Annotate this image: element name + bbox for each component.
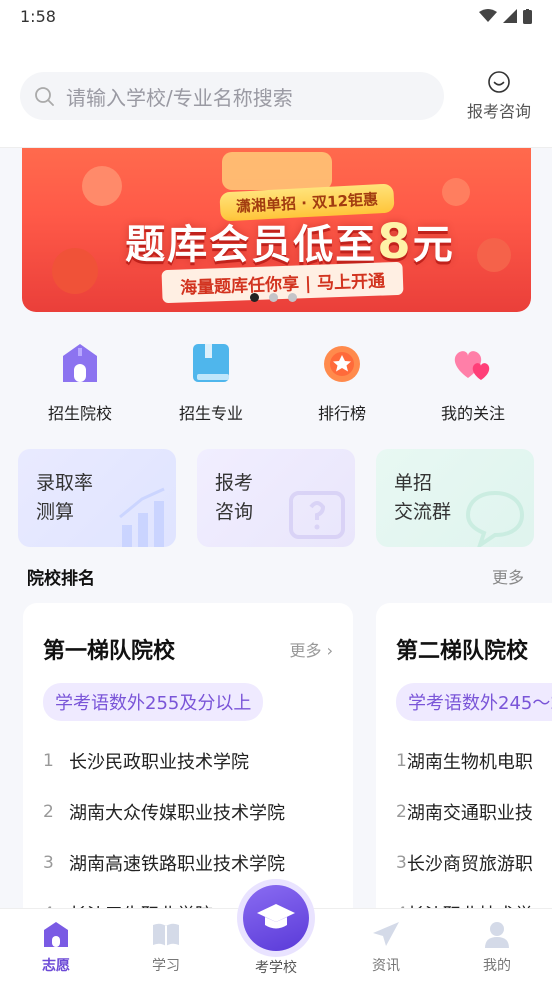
tier-card-header: 第一梯队院校 更多 › (43, 633, 333, 665)
chat-bubble-icon (465, 490, 525, 547)
tab-label: 资讯 (372, 958, 400, 974)
carousel-dot[interactable] (288, 293, 297, 302)
rank-number: 2 (396, 801, 407, 822)
rank-number: 3 (396, 852, 407, 873)
user-icon (485, 922, 509, 948)
list-item[interactable]: 1 湖南生物机电职 (396, 735, 533, 786)
status-icons (479, 8, 532, 24)
card-consult[interactable]: 报考 咨询 (197, 449, 355, 547)
tab-label: 考学校 (255, 960, 297, 976)
school-name: 湖南生物机电职 (406, 751, 533, 773)
school-name: 湖南高速铁路职业技术学院 (69, 853, 285, 875)
list-item[interactable]: 2 湖南交通职业技 (396, 786, 533, 837)
school-name: 长沙民政职业技术学院 (69, 751, 249, 773)
ranking-section-title: 院校排名 (27, 569, 95, 589)
hearts-icon (454, 351, 490, 380)
battery-icon (523, 8, 532, 24)
status-time: 1:58 (20, 6, 56, 26)
banner-title-prefix: 题库会员低至 (125, 222, 378, 268)
status-bar: 1:58 (0, 0, 552, 32)
school-name: 湖南交通职业技 (406, 802, 533, 824)
graduation-cap-icon (257, 904, 295, 929)
tier-title: 第一梯队院校 (43, 639, 176, 664)
tier-school-list: 1湖南生物机电职 2湖南交通职业技 3长沙商贸旅游职 4长沙职业技术学 (396, 735, 533, 933)
tier-card-header: 第二梯队院校 (396, 633, 532, 665)
bar-chart-icon (119, 487, 165, 547)
quick-nav-schools[interactable]: 招生院校 (25, 340, 135, 424)
open-book-icon (153, 923, 179, 946)
tab-label: 学习 (152, 958, 180, 974)
banner-title: 题库会员低至8元 (90, 212, 490, 270)
question-chat-icon (289, 491, 345, 539)
promo-banner[interactable]: 潇湘单招 · 双12钜惠 题库会员低至8元 海量题库任你享 | 马上开通 (22, 148, 531, 312)
search-bar[interactable]: 请输入学校/专业名称搜索 (20, 72, 444, 120)
school-name: 湖南大众传媒职业技术学院 (69, 802, 285, 824)
signal-icon (503, 9, 517, 23)
tier-more-label: 更多 (289, 641, 322, 660)
quick-nav-ranking[interactable]: 排行榜 (287, 340, 397, 424)
tab-label: 志愿 (42, 958, 70, 974)
paper-plane-icon (373, 922, 399, 946)
quick-nav-label: 排行榜 (317, 404, 366, 423)
search-icon (35, 87, 54, 106)
list-item[interactable]: 3 长沙商贸旅游职 (396, 837, 533, 888)
tier-title: 第二梯队院校 (396, 639, 529, 664)
search-input[interactable]: 请输入学校/专业名称搜索 (66, 82, 293, 111)
tier-card-second[interactable]: 第二梯队院校 学考语数外245～2 1 湖南生物机电职 2 湖南交通职业技 3 长沙商… (376, 603, 552, 933)
tab-label: 我的 (483, 958, 511, 974)
carousel-dots (250, 293, 297, 302)
carousel-dot[interactable] (250, 293, 259, 302)
card-group-chat[interactable]: 单招 交流群 (376, 449, 534, 547)
card-admission-estimate[interactable]: 录取率 测算 (18, 449, 176, 547)
tier-score-pill: 学考语数外245～2 (396, 683, 552, 721)
list-item[interactable]: 2 湖南大众传媒职业技术学院 (43, 786, 333, 837)
school-icon (44, 922, 68, 947)
book-icon (193, 344, 229, 382)
school-icon (63, 344, 97, 382)
quick-nav-label: 招生院校 (47, 404, 112, 423)
chevron-right-icon: › (326, 641, 333, 660)
list-item[interactable]: 3 湖南高速铁路职业技术学院 (43, 837, 333, 888)
exam-school-button[interactable] (243, 885, 309, 951)
medal-icon (324, 346, 360, 382)
rank-number: 3 (43, 852, 54, 873)
banner-title-suffix: 元 (412, 222, 455, 268)
quick-nav-label: 招生专业 (178, 404, 243, 423)
tab-volunteer[interactable]: 志愿 (11, 919, 101, 975)
tier-score-pill: 学考语数外255及分以上 (43, 683, 264, 721)
rank-number: 2 (43, 801, 54, 822)
consult-label: 报考咨询 (466, 102, 531, 121)
tier-card-first[interactable]: 第一梯队院校 更多 › 学考语数外255及分以上 1 长沙民政职业技术学院 2 湖南… (23, 603, 353, 933)
tab-news[interactable]: 资讯 (341, 919, 431, 975)
carousel-dot[interactable] (269, 293, 278, 302)
quick-nav-majors[interactable]: 招生专业 (156, 340, 266, 424)
header: 请输入学校/专业名称搜索 报考咨询 (0, 32, 552, 148)
chat-smile-icon (488, 71, 510, 93)
rank-number: 1 (43, 750, 54, 771)
quick-nav-following[interactable]: 我的关注 (418, 340, 528, 424)
list-item[interactable]: 1 长沙民政职业技术学院 (43, 735, 333, 786)
tab-study[interactable]: 学习 (121, 919, 211, 975)
wifi-icon (479, 9, 497, 22)
tab-profile[interactable]: 我的 (452, 919, 542, 975)
school-name: 长沙商贸旅游职 (406, 853, 533, 875)
tier-more-link[interactable]: 更多 › (289, 637, 333, 661)
ranking-more-link[interactable]: 更多 (492, 564, 524, 588)
quick-nav-label: 我的关注 (440, 404, 505, 423)
consult-button[interactable]: 报考咨询 (462, 70, 536, 122)
rank-number: 1 (396, 750, 407, 771)
